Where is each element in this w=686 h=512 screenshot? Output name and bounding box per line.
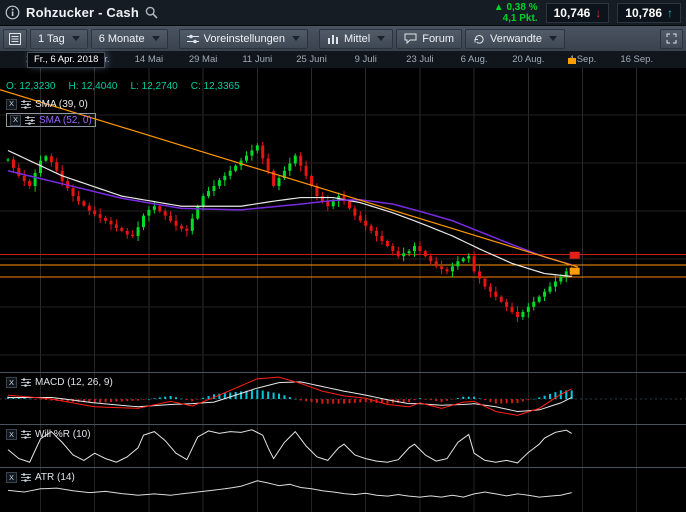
- chart-list-button[interactable]: [3, 29, 27, 49]
- related-label: Verwandte: [490, 33, 542, 45]
- sma-fast-label: SMA (39, 0): [35, 99, 88, 110]
- candles-layer: [7, 142, 574, 322]
- date-tick: 14 Mai: [135, 54, 164, 65]
- date-tick: 16 Sep.: [620, 54, 653, 65]
- expand-icon: [666, 33, 677, 44]
- presets-label: Voreinstellungen: [204, 33, 285, 45]
- chevron-down-icon: [549, 36, 557, 41]
- change-percent: 0,38 %: [506, 2, 537, 13]
- atr-label: ATR (14): [35, 472, 75, 483]
- sma52-line: [8, 171, 572, 265]
- willr-header: X Will %R (10): [6, 429, 91, 440]
- price-marker: [570, 252, 580, 259]
- expand-view-button[interactable]: [660, 29, 683, 49]
- list-icon: [9, 33, 21, 45]
- change-points: 4,1 Pkt.: [494, 13, 538, 24]
- low-value: L: 12,2740: [130, 81, 177, 92]
- sell-price-button[interactable]: 10,746 ↓: [546, 3, 610, 23]
- chevron-down-icon: [152, 36, 160, 41]
- presets-dropdown[interactable]: Voreinstellungen: [179, 29, 308, 49]
- atr-header: X ATR (14): [6, 472, 75, 483]
- ohlc-legend: O: 12,3230 H: 12,4040 L: 12,2740 C: 12,3…: [6, 81, 240, 92]
- info-icon[interactable]: [5, 5, 20, 20]
- sliders-icon: [187, 34, 199, 44]
- main-chart: O: 12,3230 H: 12,4040 L: 12,2740 C: 12,3…: [0, 68, 686, 372]
- chevron-down-icon: [72, 36, 80, 41]
- sma-slow-settings-icon[interactable]: [25, 116, 35, 125]
- macd-panel: X MACD (12, 26, 9): [0, 372, 686, 424]
- search-icon[interactable]: [145, 6, 158, 19]
- speech-bubble-icon: [404, 33, 417, 44]
- date-tick: 9 Juli: [355, 54, 377, 65]
- range-label: 6 Monate: [99, 33, 145, 45]
- atr-line: [8, 481, 572, 497]
- date-tick: 25 Juni: [296, 54, 327, 65]
- date-tick: 6 Aug.: [461, 54, 488, 65]
- date-tick: 29 Mai: [189, 54, 218, 65]
- willr-close-button[interactable]: X: [6, 429, 17, 440]
- date-tick: 20 Aug.: [512, 54, 544, 65]
- timeframe-dropdown[interactable]: 1 Tag: [30, 29, 88, 49]
- buy-price: 10,786: [625, 6, 662, 20]
- range-dropdown[interactable]: 6 Monate: [91, 29, 168, 49]
- sma-fast-legend[interactable]: X SMA (39, 0): [6, 97, 88, 111]
- forum-button[interactable]: Forum: [396, 29, 462, 49]
- chevron-down-icon: [377, 36, 385, 41]
- instrument-title: Rohzucker - Cash: [26, 5, 139, 20]
- chevron-down-icon: [292, 36, 300, 41]
- sma-slow-legend[interactable]: X SMA (52, 0): [6, 113, 96, 127]
- date-tick: 23 Juli: [406, 54, 433, 65]
- related-circular-icon: [473, 33, 485, 44]
- style-label: Mittel: [344, 33, 370, 45]
- willr-label: Will %R (10): [35, 429, 91, 440]
- instrument-header: Rohzucker - Cash ▲ 0,38 % 4,1 Pkt. 10,74…: [0, 0, 686, 26]
- willr-line: [8, 430, 572, 463]
- chart-legend: O: 12,3230 H: 12,4040 L: 12,2740 C: 12,3…: [6, 81, 240, 129]
- change-block: ▲ 0,38 % 4,1 Pkt.: [494, 2, 538, 24]
- sma-fast-close-button[interactable]: X: [6, 99, 17, 110]
- timeline[interactable]: Fr., 6 Apr. 2018 16 Apr.30 Apr.14 Mai29 …: [0, 52, 686, 68]
- high-value: H: 12,4040: [69, 81, 118, 92]
- willr-panel: X Will %R (10): [0, 424, 686, 467]
- current-date-marker: [568, 58, 576, 64]
- atr-panel: X ATR (14): [0, 467, 686, 512]
- macd-header: X MACD (12, 26, 9): [6, 377, 113, 388]
- open-value: O: 12,3230: [6, 81, 56, 92]
- timeframe-label: 1 Tag: [38, 33, 65, 45]
- buy-up-arrow-icon: ↑: [667, 6, 673, 20]
- style-dropdown[interactable]: Mittel: [319, 29, 393, 49]
- date-tooltip: Fr., 6 Apr. 2018: [27, 52, 105, 68]
- macd-close-button[interactable]: X: [6, 377, 17, 388]
- macd-label: MACD (12, 26, 9): [35, 377, 113, 388]
- atr-chart-canvas[interactable]: [0, 468, 686, 512]
- price-marker: [570, 268, 580, 275]
- date-tick: 11 Juni: [242, 54, 272, 65]
- trading-app: Rohzucker - Cash ▲ 0,38 % 4,1 Pkt. 10,74…: [0, 0, 686, 512]
- close-value: C: 12,3365: [191, 81, 240, 92]
- atr-close-button[interactable]: X: [6, 472, 17, 483]
- atr-settings-icon[interactable]: [21, 473, 31, 482]
- sma-fast-settings-icon[interactable]: [21, 100, 31, 109]
- forum-label: Forum: [422, 33, 454, 45]
- sell-down-arrow-icon: ↓: [595, 6, 601, 20]
- sell-price: 10,746: [554, 6, 591, 20]
- sma-slow-label: SMA (52, 0): [39, 115, 92, 126]
- macd-settings-icon[interactable]: [21, 378, 31, 387]
- change-up-triangle-icon: ▲: [494, 2, 504, 13]
- willr-chart-canvas[interactable]: [0, 425, 686, 467]
- buy-price-button[interactable]: 10,786 ↑: [617, 3, 681, 23]
- bar-style-icon: [327, 34, 339, 44]
- chart-toolbar: 1 Tag 6 Monate Voreinstellungen Mittel F…: [0, 26, 686, 52]
- willr-settings-icon[interactable]: [21, 430, 31, 439]
- sma-slow-close-button[interactable]: X: [10, 115, 21, 126]
- macd-histogram: [7, 390, 573, 404]
- related-dropdown[interactable]: Verwandte: [465, 29, 565, 49]
